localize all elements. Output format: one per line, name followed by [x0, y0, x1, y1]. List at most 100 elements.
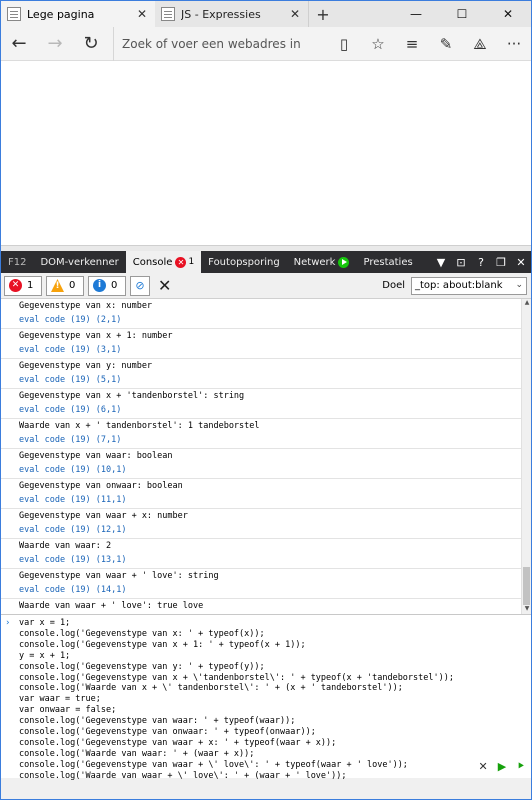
target-value: _top: about:blank: [415, 280, 503, 291]
input-code[interactable]: var x = 1; console.log('Gegevenstype van…: [19, 618, 531, 782]
console-toolbar: ✕ 1 ! 0 i 0 ⊘ ✕ Doel _top: about:blank ⌄: [1, 273, 531, 299]
log-source-link[interactable]: eval code (19) (7,1): [19, 434, 521, 448]
log-message: Gegevenstype van x + 'tandenborstel': st…: [19, 391, 245, 401]
log-source-link[interactable]: eval code (19) (10,1): [19, 464, 521, 478]
log-source-link[interactable]: eval code (19) (12,1): [19, 524, 521, 538]
console-scrollbar[interactable]: ▲ ▼: [521, 299, 531, 614]
log-message: Waarde van x + ' tandenborstel': 1 tande…: [19, 421, 260, 431]
error-icon: ✕: [9, 279, 22, 292]
f12-label: F12: [8, 256, 27, 268]
console-toggle-icon[interactable]: ⊡: [451, 251, 471, 273]
window-controls: — ☐ ✕: [393, 1, 531, 27]
console-input[interactable]: › var x = 1; console.log('Gegevenstype v…: [1, 615, 531, 781]
warnings-count: 0: [69, 280, 76, 291]
tab-lege-pagina[interactable]: Lege pagina ✕: [1, 1, 155, 27]
log-source-link[interactable]: eval code (19) (3,1): [19, 344, 521, 358]
filter-errors-button[interactable]: ✕ 1: [4, 275, 42, 296]
share-icon[interactable]: ⟁: [463, 27, 497, 61]
log-entry: Gegevenstype van y: number eval code (19)…: [1, 359, 521, 389]
hub-menu-icon[interactable]: ≡: [395, 27, 429, 61]
close-tab-icon[interactable]: ✕: [288, 7, 302, 21]
tab-prestaties[interactable]: Prestaties: [356, 251, 419, 273]
log-message: Gegevenstype van x: number: [19, 301, 153, 311]
scroll-thumb[interactable]: [523, 567, 530, 605]
tab-bar: Lege pagina ✕ JS - Expressies ✕ + — ☐ ✕: [1, 1, 531, 27]
forward-button[interactable]: →: [37, 27, 73, 61]
console-error-count: 1: [188, 257, 195, 267]
log-entry: Gegevenstype van onwaar: boolean eval cod…: [1, 479, 521, 509]
maximize-button[interactable]: ☐: [439, 1, 485, 27]
clear-input-icon[interactable]: ✕: [479, 760, 488, 774]
new-tab-button[interactable]: +: [309, 1, 337, 27]
scroll-up-icon[interactable]: ▲: [522, 299, 531, 309]
close-tab-icon[interactable]: ✕: [135, 7, 149, 21]
clear-on-navigate-icon[interactable]: ⊘: [130, 275, 150, 296]
log-entry: Waarde van waar + ' love': true loveeval…: [1, 599, 521, 614]
log-entry: Gegevenstype van x + 'tandenborstel': st…: [1, 389, 521, 419]
chevron-down-icon: ⌄: [515, 279, 523, 290]
close-devtools-icon[interactable]: ✕: [511, 251, 531, 273]
run-multiline-icon[interactable]: ⯈: [516, 760, 525, 774]
log-message: Gegevenstype van y: number: [19, 361, 153, 371]
error-badge-icon: ✕: [175, 256, 187, 268]
run-icon[interactable]: ▶: [498, 760, 506, 774]
tab-js-expressies[interactable]: JS - Expressies ✕: [155, 1, 309, 27]
address-bar: ← → ↻ Zoek of voer een webadres in ▯ ☆ ≡…: [1, 26, 531, 61]
devtools-panel: F12 DOM-verkenner Console ✕ 1 Foutopspor…: [1, 245, 531, 799]
minimize-button[interactable]: —: [393, 1, 439, 27]
log-source-link[interactable]: eval code (19) (6,1): [19, 404, 521, 418]
log-source-link[interactable]: eval code (19) (2,1): [19, 314, 521, 328]
log-entry: Waarde van waar: 2 eval code (19) (13,1): [1, 539, 521, 569]
log-source-link[interactable]: eval code (19) (14,1): [19, 584, 521, 598]
log-entry: Gegevenstype van waar + ' love': string e…: [1, 569, 521, 599]
web-note-icon[interactable]: ✎: [429, 27, 463, 61]
tab-dom-verkenner[interactable]: DOM-verkenner: [33, 251, 125, 273]
errors-count: 1: [27, 280, 34, 291]
more-tools-dropdown-icon[interactable]: ▼: [431, 251, 451, 273]
input-actions: ✕ ▶ ⯈: [479, 760, 526, 774]
warning-icon: !: [51, 279, 64, 292]
close-window-button[interactable]: ✕: [485, 1, 531, 27]
log-message: Gegevenstype van x + 1: number: [19, 331, 173, 341]
tab-console[interactable]: Console ✕ 1: [125, 251, 202, 273]
tab-label: DOM-verkenner: [40, 256, 119, 268]
log-source-link[interactable]: eval code (19) (11,1): [19, 494, 521, 508]
log-message: Gegevenstype van waar + ' love': string: [19, 571, 219, 581]
refresh-button[interactable]: ↻: [73, 27, 109, 61]
log-source-link[interactable]: eval code (19) (5,1): [19, 374, 521, 388]
log-source-link[interactable]: eval code (19) (13,1): [19, 554, 521, 568]
tab-title: JS - Expressies: [181, 7, 261, 21]
tab-foutopsporing[interactable]: Foutopsporing: [201, 251, 287, 273]
help-icon[interactable]: ?: [471, 251, 491, 273]
page-icon: [161, 7, 175, 21]
page-content: [1, 62, 531, 245]
filter-info-button[interactable]: i 0: [88, 275, 126, 296]
log-entry: Gegevenstype van x: number eval code (19)…: [1, 299, 521, 329]
target-label: Doel: [382, 280, 405, 291]
tab-label: Foutopsporing: [208, 256, 280, 268]
tab-label: Console: [132, 256, 173, 268]
clear-console-icon[interactable]: ✕: [158, 276, 171, 295]
page-icon: [7, 7, 21, 21]
tab-netwerk[interactable]: Netwerk: [287, 251, 357, 273]
address-input[interactable]: Zoek of voer een webadres in: [113, 26, 327, 61]
back-button[interactable]: ←: [1, 27, 37, 61]
tab-label: Prestaties: [363, 256, 413, 268]
filter-warnings-button[interactable]: ! 0: [46, 275, 84, 296]
log-message: Waarde van waar + ' love': true love: [19, 601, 204, 611]
log-message: Gegevenstype van waar + x: number: [19, 511, 188, 521]
target-select[interactable]: _top: about:blank ⌄: [411, 276, 527, 295]
favorite-star-icon[interactable]: ☆: [361, 27, 395, 61]
devtools-tabs: F12 DOM-verkenner Console ✕ 1 Foutopspor…: [1, 251, 531, 273]
scroll-down-icon[interactable]: ▼: [522, 605, 531, 614]
info-count: 0: [111, 280, 118, 291]
undock-icon[interactable]: ❐: [491, 251, 511, 273]
info-icon: i: [93, 279, 106, 292]
log-entry: Gegevenstype van waar: boolean eval code …: [1, 449, 521, 479]
tab-title: Lege pagina: [27, 7, 95, 21]
more-menu-icon[interactable]: ···: [497, 27, 531, 61]
prompt-chevron-icon: ›: [5, 618, 11, 628]
reading-view-icon[interactable]: ▯: [327, 27, 361, 61]
log-message: Gegevenstype van waar: boolean: [19, 451, 173, 461]
console-output: Gegevenstype van x: number eval code (19)…: [1, 299, 531, 615]
